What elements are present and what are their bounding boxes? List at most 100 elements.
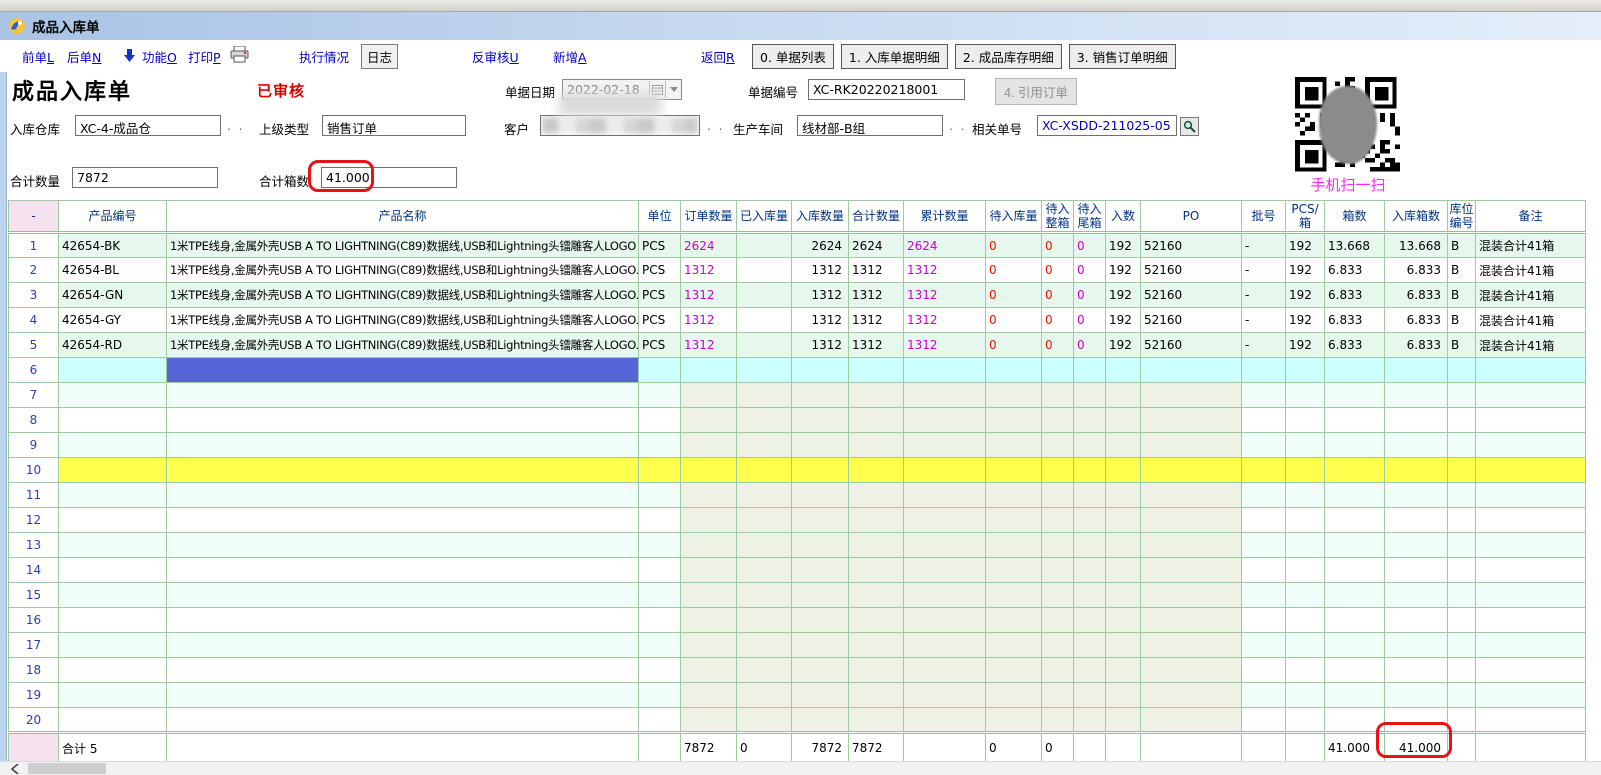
nav-button-0[interactable]: 0. 单据列表 bbox=[752, 44, 834, 69]
cell-name[interactable] bbox=[167, 633, 639, 658]
cell-in_qty[interactable] bbox=[792, 358, 849, 383]
cell-remark[interactable] bbox=[1476, 708, 1586, 733]
cell-order_qty[interactable] bbox=[681, 508, 737, 533]
cell-num[interactable]: 14 bbox=[9, 558, 59, 583]
cell-per[interactable]: 192 bbox=[1106, 308, 1141, 333]
parent-type-input[interactable]: 销售订单 bbox=[322, 115, 466, 136]
customer-input[interactable] bbox=[540, 115, 700, 136]
cell-pending[interactable] bbox=[986, 508, 1042, 533]
cell-num[interactable]: 2 bbox=[9, 258, 59, 283]
nav-button-2[interactable]: 2. 成品库存明细 bbox=[955, 44, 1062, 69]
cell-unit[interactable]: PCS bbox=[639, 283, 681, 308]
cell-in_qty[interactable] bbox=[792, 658, 849, 683]
cell-order_qty[interactable] bbox=[681, 683, 737, 708]
cell-pend_full[interactable] bbox=[1042, 583, 1074, 608]
cell-pcs_box[interactable] bbox=[1286, 658, 1325, 683]
cell-remark[interactable] bbox=[1476, 608, 1586, 633]
cell-pend_tail[interactable] bbox=[1074, 608, 1106, 633]
cell-unit[interactable] bbox=[639, 383, 681, 408]
cell-po[interactable] bbox=[1141, 383, 1242, 408]
cell-received[interactable] bbox=[737, 358, 792, 383]
cell-total[interactable] bbox=[849, 633, 904, 658]
cell-po[interactable] bbox=[1141, 558, 1242, 583]
cell-in_boxes[interactable] bbox=[1385, 633, 1448, 658]
cell-pending[interactable]: 0 bbox=[986, 233, 1042, 258]
cell-po[interactable] bbox=[1141, 533, 1242, 558]
cell-num[interactable]: 3 bbox=[9, 283, 59, 308]
cell-pending[interactable] bbox=[986, 358, 1042, 383]
cell-pend_full[interactable] bbox=[1042, 608, 1074, 633]
cell-per[interactable] bbox=[1106, 558, 1141, 583]
cell-in_qty[interactable] bbox=[792, 583, 849, 608]
cell-in_boxes[interactable]: 13.668 bbox=[1385, 233, 1448, 258]
cell-order_qty[interactable] bbox=[681, 433, 737, 458]
cell-pcs_box[interactable]: 192 bbox=[1286, 308, 1325, 333]
cell-per[interactable] bbox=[1106, 683, 1141, 708]
cell-name[interactable] bbox=[167, 458, 639, 483]
cell-code[interactable] bbox=[59, 383, 167, 408]
cell-num[interactable]: 8 bbox=[9, 408, 59, 433]
cell-received[interactable] bbox=[737, 508, 792, 533]
cell-pcs_box[interactable]: 192 bbox=[1286, 258, 1325, 283]
menu-item-6[interactable]: 反审核U bbox=[472, 47, 519, 66]
cell-total[interactable]: 2624 bbox=[849, 233, 904, 258]
cell-pend_full[interactable]: 0 bbox=[1042, 308, 1074, 333]
cell-order_qty[interactable] bbox=[681, 608, 737, 633]
cell-order_qty[interactable] bbox=[681, 658, 737, 683]
cell-order_qty[interactable] bbox=[681, 483, 737, 508]
cell-code[interactable] bbox=[59, 633, 167, 658]
cell-in_qty[interactable] bbox=[792, 433, 849, 458]
cell-pcs_box[interactable] bbox=[1286, 558, 1325, 583]
cell-boxes[interactable] bbox=[1325, 458, 1385, 483]
cell-pend_tail[interactable] bbox=[1074, 383, 1106, 408]
cell-cum[interactable] bbox=[904, 583, 986, 608]
cell-in_qty[interactable]: 1312 bbox=[792, 283, 849, 308]
cell-order_qty[interactable]: 1312 bbox=[681, 333, 737, 358]
cell-remark[interactable]: 混装合计41箱 bbox=[1476, 233, 1586, 258]
cell-cum[interactable] bbox=[904, 383, 986, 408]
menu-item-7[interactable]: 新增A bbox=[553, 47, 587, 66]
cell-name[interactable] bbox=[167, 483, 639, 508]
cell-name[interactable]: 1米TPE线身,金属外壳USB A TO LIGHTNING(C89)数据线,U… bbox=[167, 258, 639, 283]
cell-total[interactable] bbox=[849, 433, 904, 458]
cell-pending[interactable] bbox=[986, 633, 1042, 658]
nav-button-1[interactable]: 1. 入库单据明细 bbox=[841, 44, 948, 69]
horizontal-scrollbar[interactable] bbox=[0, 761, 1601, 775]
cell-code[interactable] bbox=[59, 458, 167, 483]
cell-total[interactable] bbox=[849, 708, 904, 733]
cell-pcs_box[interactable] bbox=[1286, 583, 1325, 608]
cell-boxes[interactable] bbox=[1325, 583, 1385, 608]
cell-code[interactable]: 42654-BL bbox=[59, 258, 167, 283]
cell-num[interactable]: 20 bbox=[9, 708, 59, 733]
cell-received[interactable] bbox=[737, 683, 792, 708]
cell-per[interactable] bbox=[1106, 708, 1141, 733]
cell-loc[interactable] bbox=[1448, 483, 1476, 508]
cell-received[interactable] bbox=[737, 308, 792, 333]
workshop-browse-button[interactable]: . . bbox=[949, 119, 966, 133]
cell-pend_full[interactable] bbox=[1042, 383, 1074, 408]
cell-order_qty[interactable] bbox=[681, 558, 737, 583]
cell-num[interactable]: 9 bbox=[9, 433, 59, 458]
cell-batch[interactable] bbox=[1242, 708, 1286, 733]
cell-num[interactable]: 11 bbox=[9, 483, 59, 508]
cell-total[interactable] bbox=[849, 658, 904, 683]
cell-received[interactable] bbox=[737, 258, 792, 283]
cell-per[interactable]: 192 bbox=[1106, 283, 1141, 308]
cell-loc[interactable] bbox=[1448, 558, 1476, 583]
dropdown-arrow-icon[interactable] bbox=[665, 81, 681, 98]
cell-per[interactable]: 192 bbox=[1106, 333, 1141, 358]
cell-batch[interactable]: - bbox=[1242, 258, 1286, 283]
cell-received[interactable] bbox=[737, 533, 792, 558]
cell-remark[interactable]: 混装合计41箱 bbox=[1476, 308, 1586, 333]
cell-num[interactable]: 16 bbox=[9, 608, 59, 633]
cell-unit[interactable] bbox=[639, 558, 681, 583]
nav-button-3[interactable]: 3. 销售订单明细 bbox=[1069, 44, 1176, 69]
cell-po[interactable] bbox=[1141, 583, 1242, 608]
cell-boxes[interactable] bbox=[1325, 658, 1385, 683]
cell-order_qty[interactable] bbox=[681, 533, 737, 558]
cell-total[interactable] bbox=[849, 408, 904, 433]
cell-name[interactable] bbox=[167, 508, 639, 533]
cell-in_qty[interactable] bbox=[792, 558, 849, 583]
cell-batch[interactable] bbox=[1242, 433, 1286, 458]
cell-po[interactable] bbox=[1141, 633, 1242, 658]
